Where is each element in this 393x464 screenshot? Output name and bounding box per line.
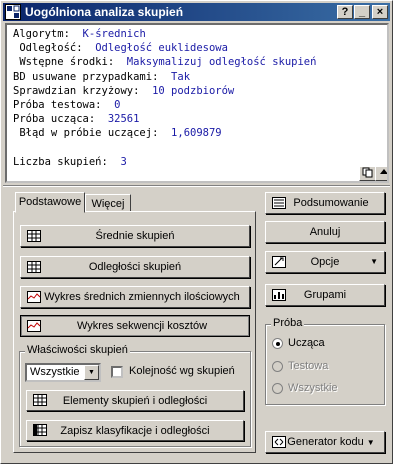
output-line-value: 1,609879 xyxy=(171,127,222,140)
results-output[interactable]: Algorytm: K-średnich Odległość: Odległoś… xyxy=(5,23,389,183)
close-button[interactable]: × xyxy=(372,5,388,19)
sample-radio-all[interactable] xyxy=(272,383,283,394)
summary-button[interactable]: Podsumowanie xyxy=(265,192,385,214)
code-generator-button-label: Generator kodu xyxy=(287,436,364,448)
output-line-value: 10 podzbiorów xyxy=(152,84,235,97)
output-line: BD usuwane przypadkami: Tak xyxy=(13,70,316,84)
cost-plot-button[interactable]: Wykres sekwencji kosztów xyxy=(20,315,250,337)
code-icon xyxy=(272,436,286,448)
output-line-label: Sprawdzian krzyżowy: xyxy=(13,84,153,97)
save-classifications-button-label: Zapisz klasyfikacje i odległości xyxy=(60,425,210,437)
order-checkbox-label: Kolejność wg skupień xyxy=(129,365,235,377)
means-button[interactable]: Średnie skupień xyxy=(20,225,250,247)
dropdown-arrow-icon: ▼ xyxy=(370,257,378,266)
output-line: Próba testowa: 0 xyxy=(13,98,316,112)
grid-icon xyxy=(27,261,41,273)
title-bar[interactable]: Uogólniona analiza skupień ? _ × xyxy=(3,3,390,21)
minimize-button[interactable]: _ xyxy=(354,5,370,19)
cost-plot-button-label: Wykres sekwencji kosztów xyxy=(76,320,208,332)
distances-button-label: Odległości skupień xyxy=(88,261,182,273)
output-line-label: Wstępne środki: xyxy=(13,56,127,69)
output-line-value: Maksymalizuj odległość skupień xyxy=(126,56,317,69)
distances-button[interactable]: Odległości skupień xyxy=(20,256,250,278)
sample-radio-training-label: Ucząca xyxy=(288,337,325,349)
output-line-value: K-średnich xyxy=(82,28,146,40)
means-plot-button-label: Wykres średnich zmiennych ilościowych xyxy=(44,291,240,303)
cancel-button[interactable]: Anuluj xyxy=(265,221,385,243)
elements-button-label: Elementy skupień i odległości xyxy=(62,395,208,407)
elements-button[interactable]: Elementy skupień i odległości xyxy=(26,390,244,411)
output-line-value: 0 xyxy=(114,99,121,112)
cluster-select[interactable]: Wszystkie ▼ xyxy=(25,363,101,382)
output-line-label: Liczba skupień: xyxy=(13,155,121,168)
sample-radio-test-label: Testowa xyxy=(288,360,329,372)
arrow-up-icon xyxy=(379,169,387,174)
chevron-down-icon[interactable]: ▼ xyxy=(84,365,99,380)
output-line-value: 3 xyxy=(120,155,127,168)
output-line: Liczba skupień: 3 xyxy=(13,155,316,169)
groups-button[interactable]: Grupami xyxy=(265,284,385,306)
sample-radio-training[interactable] xyxy=(272,338,283,349)
tab-wiecej[interactable]: Więcej xyxy=(85,194,131,212)
dropdown-arrow-icon: ▼ xyxy=(366,438,375,447)
output-line: Odległość: Odległość euklidesowa xyxy=(13,41,316,55)
means-button-label: Średnie skupień xyxy=(95,230,175,242)
summary-button-label: Podsumowanie xyxy=(293,197,369,209)
help-button[interactable]: ? xyxy=(337,5,353,19)
groups-icon xyxy=(272,289,286,301)
output-line: Wstępne środki: Maksymalizuj odległość s… xyxy=(13,55,316,69)
output-line-label: Odległość: xyxy=(13,42,96,55)
line-chart-icon xyxy=(27,320,41,332)
cluster-properties-title: Właściwości skupień xyxy=(25,344,130,356)
sample-radio-test[interactable] xyxy=(272,361,283,372)
output-line-value: Odległość euklidesowa xyxy=(95,42,228,55)
line-chart-icon xyxy=(27,291,41,303)
groups-button-label: Grupami xyxy=(303,289,347,301)
output-line-value: 32561 xyxy=(107,113,140,126)
options-button-label: Opcje xyxy=(310,256,340,268)
output-line: Błąd w próbie uczącej: 1,609879 xyxy=(13,126,316,140)
app-icon xyxy=(5,4,21,20)
tab-podstawowe[interactable]: Podstawowe xyxy=(15,192,85,213)
output-line-label: Algorytm: xyxy=(13,28,83,40)
output-line: Próba ucząca: 32561 xyxy=(13,112,316,126)
sample-radio-all-label: Wszystkie xyxy=(288,382,338,394)
grid-icon xyxy=(27,230,41,242)
results-text: Algorytm: K-średnich Odległość: Odległoś… xyxy=(13,27,316,169)
save-grid-icon xyxy=(33,424,47,436)
order-checkbox[interactable] xyxy=(111,366,123,378)
dialog-window: Uogólniona analiza skupień ? _ × Algoryt… xyxy=(0,0,393,464)
copy-output-button[interactable] xyxy=(359,166,376,181)
options-icon xyxy=(272,256,286,268)
output-line: Algorytm: K-średnich xyxy=(13,27,316,41)
output-line-label: Błąd w próbie uczącej: xyxy=(13,127,172,140)
code-generator-button[interactable]: Generator kodu ▼ xyxy=(265,431,385,453)
grid-icon xyxy=(33,394,47,406)
means-plot-button[interactable]: Wykres średnich zmiennych ilościowych xyxy=(20,286,250,308)
separator xyxy=(3,185,390,187)
copy-icon xyxy=(362,167,372,178)
window-title: Uogólniona analiza skupień xyxy=(25,5,184,19)
output-line-label: Próba ucząca: xyxy=(13,113,108,126)
output-line-label: Próba testowa: xyxy=(13,99,115,112)
cluster-select-value: Wszystkie xyxy=(30,366,80,378)
sample-group-title: Próba xyxy=(271,317,305,329)
output-line-value: Tak xyxy=(171,70,191,83)
summary-icon xyxy=(272,197,286,209)
output-line: Sprawdzian krzyżowy: 10 podzbiorów xyxy=(13,84,316,98)
save-classifications-button[interactable]: Zapisz klasyfikacje i odległości xyxy=(26,420,244,441)
output-line-label: BD usuwane przypadkami: xyxy=(13,70,172,83)
scroll-up-button[interactable] xyxy=(375,166,387,181)
options-button[interactable]: Opcje ▼ xyxy=(265,251,385,273)
